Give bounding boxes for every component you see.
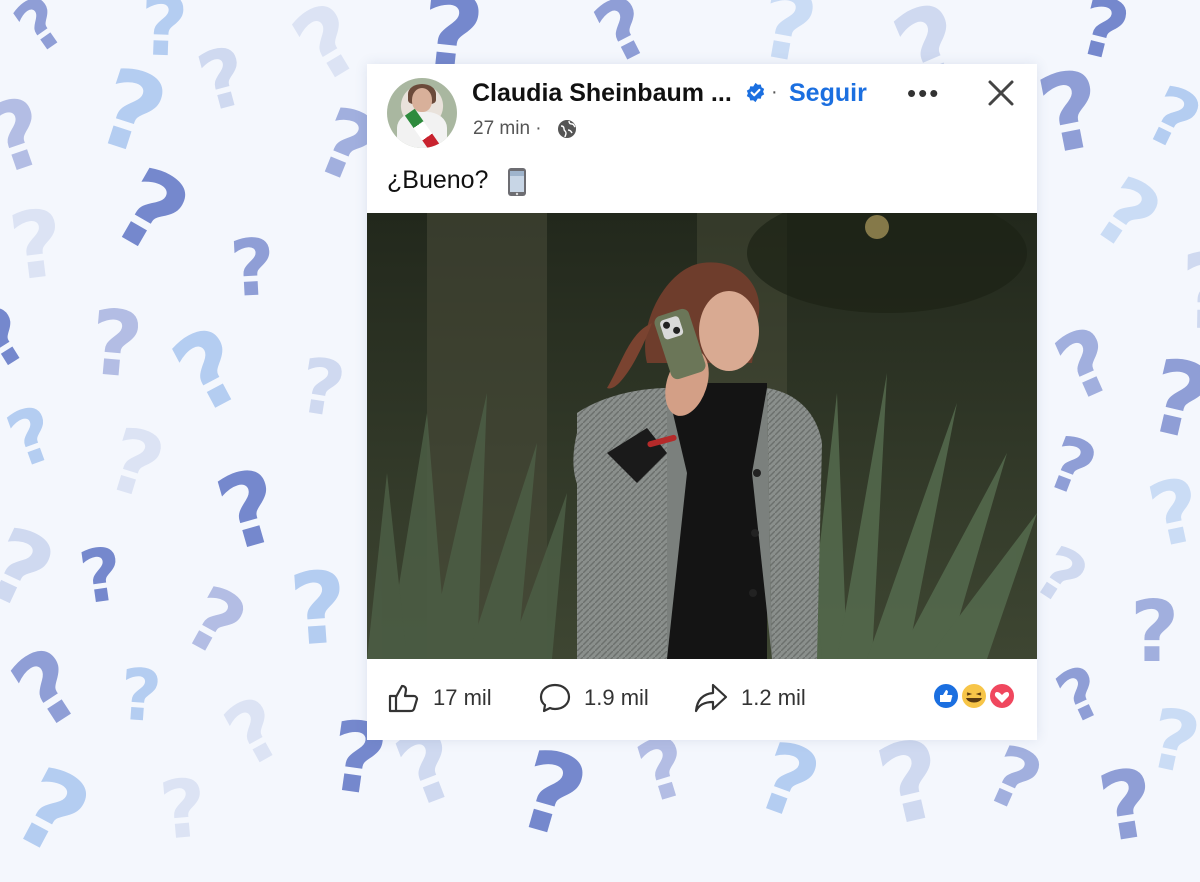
share-icon: [694, 683, 728, 713]
like-count: 17 mil: [433, 685, 492, 710]
post-photo[interactable]: [367, 213, 1037, 659]
question-mark-decoration: ?: [188, 28, 258, 131]
author-name[interactable]: Claudia Sheinbaum ...: [472, 79, 732, 108]
question-mark-decoration: ?: [1040, 306, 1131, 423]
question-mark-decoration: ?: [1075, 157, 1178, 274]
share-count: 1.2 mil: [741, 685, 806, 710]
post-card: Claudia Sheinbaum ... · Seguir ••• 27 mi…: [367, 64, 1037, 740]
question-mark-decoration: ?: [1036, 419, 1107, 515]
question-mark-decoration: ?: [0, 625, 104, 753]
separator-dot: ·: [771, 81, 778, 103]
question-mark-decoration: ?: [227, 222, 278, 316]
question-mark-decoration: ?: [209, 677, 300, 787]
comment-button[interactable]: 1.9 mil: [538, 683, 649, 713]
comment-count: 1.9 mil: [584, 685, 649, 710]
question-mark-decoration: ?: [168, 567, 262, 679]
question-mark-decoration: ?: [973, 727, 1055, 833]
close-icon[interactable]: [982, 74, 1020, 112]
question-mark-decoration: ?: [155, 304, 265, 439]
haha-reaction-icon: [960, 682, 988, 710]
question-mark-decoration: ?: [117, 652, 165, 739]
question-mark-decoration: ?: [293, 340, 351, 435]
question-mark-decoration: ?: [0, 388, 68, 486]
author-avatar[interactable]: [387, 78, 457, 148]
question-mark-decoration: ?: [1132, 67, 1200, 171]
question-mark-decoration: ?: [1044, 649, 1117, 741]
question-mark-decoration: ?: [0, 504, 71, 635]
thumbs-up-icon: [388, 684, 419, 713]
comment-icon: [539, 683, 571, 713]
post-text: ¿Bueno?: [387, 166, 489, 194]
question-mark-decoration: ?: [1140, 689, 1200, 794]
verified-badge-icon: [746, 82, 765, 103]
question-mark-decoration: ?: [275, 0, 381, 106]
follow-button[interactable]: Seguir: [789, 79, 867, 108]
question-mark-decoration: ?: [503, 724, 600, 865]
question-mark-decoration: ?: [1130, 583, 1180, 682]
question-mark-decoration: ?: [1178, 230, 1200, 354]
question-mark-decoration: ?: [204, 445, 294, 575]
reactions-summary[interactable]: [931, 681, 1021, 711]
question-mark-decoration: ?: [74, 531, 129, 622]
question-mark-decoration: ?: [0, 76, 61, 197]
post-timestamp: 27 min ·: [473, 118, 542, 139]
question-mark-decoration: ?: [0, 288, 45, 389]
more-options-button[interactable]: •••: [907, 78, 940, 109]
question-mark-decoration: ?: [0, 743, 108, 882]
question-mark-decoration: ?: [96, 406, 176, 521]
question-mark-decoration: ?: [155, 761, 211, 858]
question-mark-decoration: ?: [743, 720, 833, 844]
share-button[interactable]: 1.2 mil: [693, 683, 806, 713]
question-mark-decoration: ?: [286, 550, 352, 669]
question-mark-decoration: ?: [85, 289, 147, 400]
question-mark-decoration: ?: [866, 715, 956, 852]
question-mark-decoration: ?: [1137, 335, 1200, 466]
question-mark-decoration: ?: [1139, 457, 1200, 569]
mobile-phone-emoji: [508, 168, 526, 196]
post-actions-bar: 17 mil 1.9 mil 1.2 mil: [367, 659, 1037, 740]
question-mark-decoration: ?: [3, 189, 70, 302]
like-button[interactable]: 17 mil: [387, 683, 492, 713]
question-mark-decoration: ?: [0, 0, 81, 71]
globe-icon: [558, 120, 576, 138]
